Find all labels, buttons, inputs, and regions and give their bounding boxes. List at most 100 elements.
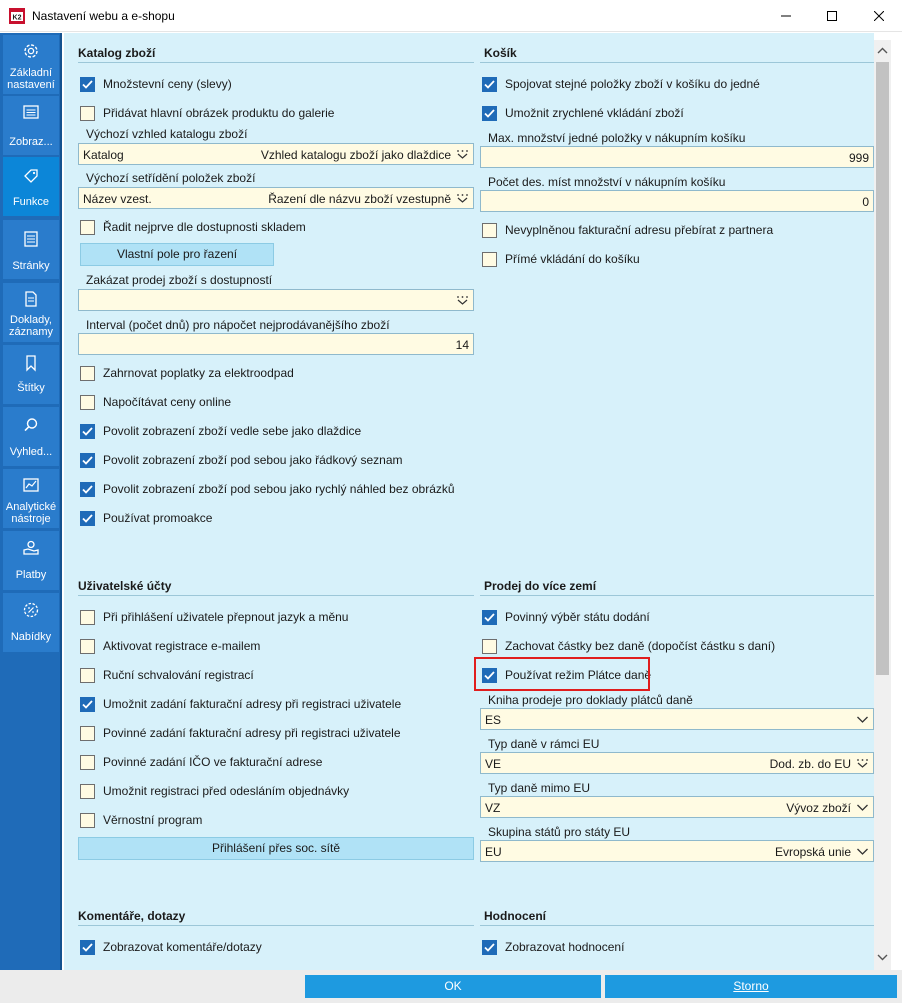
vzhled-select[interactable]: Katalog Vzhled katalogu zboží jako dlažd… (78, 143, 474, 165)
section-title-hodnoceni: Hodnocení (484, 909, 546, 923)
lookup-dropdown-icon[interactable] (856, 758, 869, 769)
checkmark-icon (484, 79, 495, 89)
interval-input[interactable]: 14 (78, 333, 474, 355)
checkbox-spojovat[interactable] (482, 76, 497, 92)
sidebar-item-platby[interactable]: Platby (3, 531, 59, 590)
checkbox-row-spojovat[interactable]: Spojovat stejné položky zboží v košíku d… (482, 74, 760, 94)
max-mnozstvi-input[interactable]: 999 (480, 146, 874, 168)
tag-icon (24, 169, 38, 183)
highlight-frame (474, 657, 650, 691)
storno-button[interactable]: Storno (605, 975, 897, 998)
checkbox-row-dlazdice[interactable]: Povolit zobrazení zboží vedle sebe jako … (80, 421, 361, 441)
lookup-dropdown-icon[interactable] (456, 149, 469, 160)
checkbox-row-hodnoceni[interactable]: Zobrazovat hodnocení (482, 937, 624, 957)
typ-mimo-select[interactable]: VZ Vývoz zboží (480, 796, 874, 818)
close-button[interactable] (856, 0, 902, 32)
sidebar-item-doklady[interactable]: Doklady, záznamy (3, 283, 59, 342)
sidebar-item-nabidky[interactable]: Nabídky (3, 593, 59, 652)
sidebar-item-stitky[interactable]: Štítky (3, 345, 59, 404)
soc-site-button[interactable]: Přihlášení přes soc. sítě (78, 837, 474, 860)
interval-value: 14 (455, 338, 469, 352)
scroll-down-icon[interactable] (877, 952, 888, 962)
sidebar-item-funkce[interactable]: Funkce (3, 157, 59, 216)
checkmark-icon (82, 484, 93, 494)
checkbox-row-ico[interactable]: Povinné zadání IČO ve fakturační adrese (80, 752, 322, 772)
checkbox-rucni[interactable] (80, 667, 95, 683)
checkbox-row-email[interactable]: Aktivovat registrace e-mailem (80, 636, 260, 656)
checkbox-row-prime[interactable]: Přímé vkládání do košíku (482, 249, 640, 269)
lookup-dropdown-icon[interactable] (456, 295, 469, 306)
checkbox-row-komentare[interactable]: Zobrazovat komentáře/dotazy (80, 937, 262, 957)
title-bar: K2 Nastavení webu a e-shopu (0, 0, 902, 32)
sidebar-item-zakladni[interactable]: Základní nastavení (3, 35, 59, 94)
chevron-down-icon[interactable] (856, 802, 869, 813)
checkbox-pred-odeslanim[interactable] (80, 783, 95, 799)
checkbox-row-povinny[interactable]: Povinný výběr státu dodání (482, 607, 650, 627)
checkbox-ico[interactable] (80, 754, 95, 770)
checkbox-seznam[interactable] (80, 452, 95, 468)
checkbox-row-fa-umoznit[interactable]: Umožnit zadání fakturační adresy při reg… (80, 694, 401, 714)
checkbox-row-fa-povinne[interactable]: Povinné zadání fakturační adresy při reg… (80, 723, 401, 743)
max-mnozstvi-label: Max. množství jedné položky v nákupním k… (488, 131, 746, 145)
checkbox-mnozstevni[interactable] (80, 76, 95, 92)
checkbox-jazyk[interactable] (80, 609, 95, 625)
checkbox-row-vernost[interactable]: Věrnostní program (80, 810, 202, 830)
checkbox-komentare[interactable] (80, 939, 95, 955)
checkbox-zrychlene[interactable] (482, 105, 497, 121)
sidebar-item-analyticke[interactable]: Analytické nástroje (3, 469, 59, 528)
checkbox-fa-povinne[interactable] (80, 725, 95, 741)
checkbox-online[interactable] (80, 394, 95, 410)
checkbox-adresa[interactable] (482, 222, 497, 238)
checkbox-email[interactable] (80, 638, 95, 654)
maximize-button[interactable] (809, 0, 855, 32)
chevron-down-icon[interactable] (856, 846, 869, 857)
checkbox-row-pred-odeslanim[interactable]: Umožnit registraci před odesláním objedn… (80, 781, 349, 801)
checkbox-row-obrazek[interactable]: Přidávat hlavní obrázek produktu do gale… (80, 103, 334, 123)
checkbox-row-mnozstevni[interactable]: Množstevní ceny (slevy) (80, 74, 232, 94)
checkbox-row-rucni[interactable]: Ruční schvalování registrací (80, 665, 254, 685)
lookup-dropdown-icon[interactable] (456, 193, 469, 204)
sidebar-item-label: Doklady, záznamy (8, 314, 54, 338)
checkbox-zachovat[interactable] (482, 638, 497, 654)
app-icon: K2 (9, 8, 25, 24)
checkbox-elektro[interactable] (80, 365, 95, 381)
checkbox-row-jazyk[interactable]: Při přihlášení uživatele přepnout jazyk … (80, 607, 348, 627)
vertical-scrollbar[interactable] (874, 40, 891, 970)
checkbox-fa-umoznit[interactable] (80, 696, 95, 712)
checkbox-povinny[interactable] (482, 609, 497, 625)
checkbox-row-promo[interactable]: Používat promoakce (80, 508, 212, 528)
scroll-up-icon[interactable] (877, 46, 888, 56)
checkbox-promo[interactable] (80, 510, 95, 526)
minimize-button[interactable] (763, 0, 809, 32)
checkbox-row-elektro[interactable]: Zahrnovat poplatky za elektroodpad (80, 363, 294, 383)
zakazat-select[interactable] (78, 289, 474, 311)
checkbox-row-adresa[interactable]: Nevyplněnou fakturační adresu přebírat z… (482, 220, 773, 240)
checkbox-dlazdice[interactable] (80, 423, 95, 439)
chevron-down-icon[interactable] (856, 714, 869, 725)
checkbox-obrazek[interactable] (80, 105, 95, 121)
sidebar: Základní nastavení Zobraz... Funkce Strán… (0, 33, 62, 970)
kniha-select[interactable]: ES (480, 708, 874, 730)
skupina-select[interactable]: EU Evropská unie (480, 840, 874, 862)
sidebar-item-zobrazeni[interactable]: Zobraz... (3, 96, 59, 155)
scrollbar-thumb[interactable] (876, 62, 889, 675)
vlastni-pole-button[interactable]: Vlastní pole pro řazení (80, 243, 274, 266)
checkbox-prime[interactable] (482, 251, 497, 267)
checkbox-row-seznam[interactable]: Povolit zobrazení zboží pod sebou jako ř… (80, 450, 403, 470)
checkbox-radit[interactable] (80, 219, 95, 235)
sidebar-item-vyhledavani[interactable]: Vyhled... (3, 407, 59, 466)
checkbox-row-radit[interactable]: Řadit nejprve dle dostupnosti skladem (80, 217, 306, 237)
checkbox-hodnoceni[interactable] (482, 939, 497, 955)
payment-icon (23, 540, 39, 555)
checkbox-row-zachovat[interactable]: Zachovat částky bez daně (dopočíst částk… (482, 636, 775, 656)
ok-button[interactable]: OK (305, 975, 601, 998)
sidebar-item-stranky[interactable]: Stránky (3, 220, 59, 279)
checkbox-row-zrychlene[interactable]: Umožnit zrychlené vkládání zboží (482, 103, 684, 123)
typ-eu-select[interactable]: VE Dod. zb. do EU (480, 752, 874, 774)
checkbox-row-nahled[interactable]: Povolit zobrazení zboží pod sebou jako r… (80, 479, 455, 499)
des-mist-input[interactable]: 0 (480, 190, 874, 212)
checkbox-nahled[interactable] (80, 481, 95, 497)
checkbox-row-online[interactable]: Napočítávat ceny online (80, 392, 231, 412)
checkbox-vernost[interactable] (80, 812, 95, 828)
setrideni-select[interactable]: Název vzest. Řazení dle názvu zboží vzes… (78, 187, 474, 209)
